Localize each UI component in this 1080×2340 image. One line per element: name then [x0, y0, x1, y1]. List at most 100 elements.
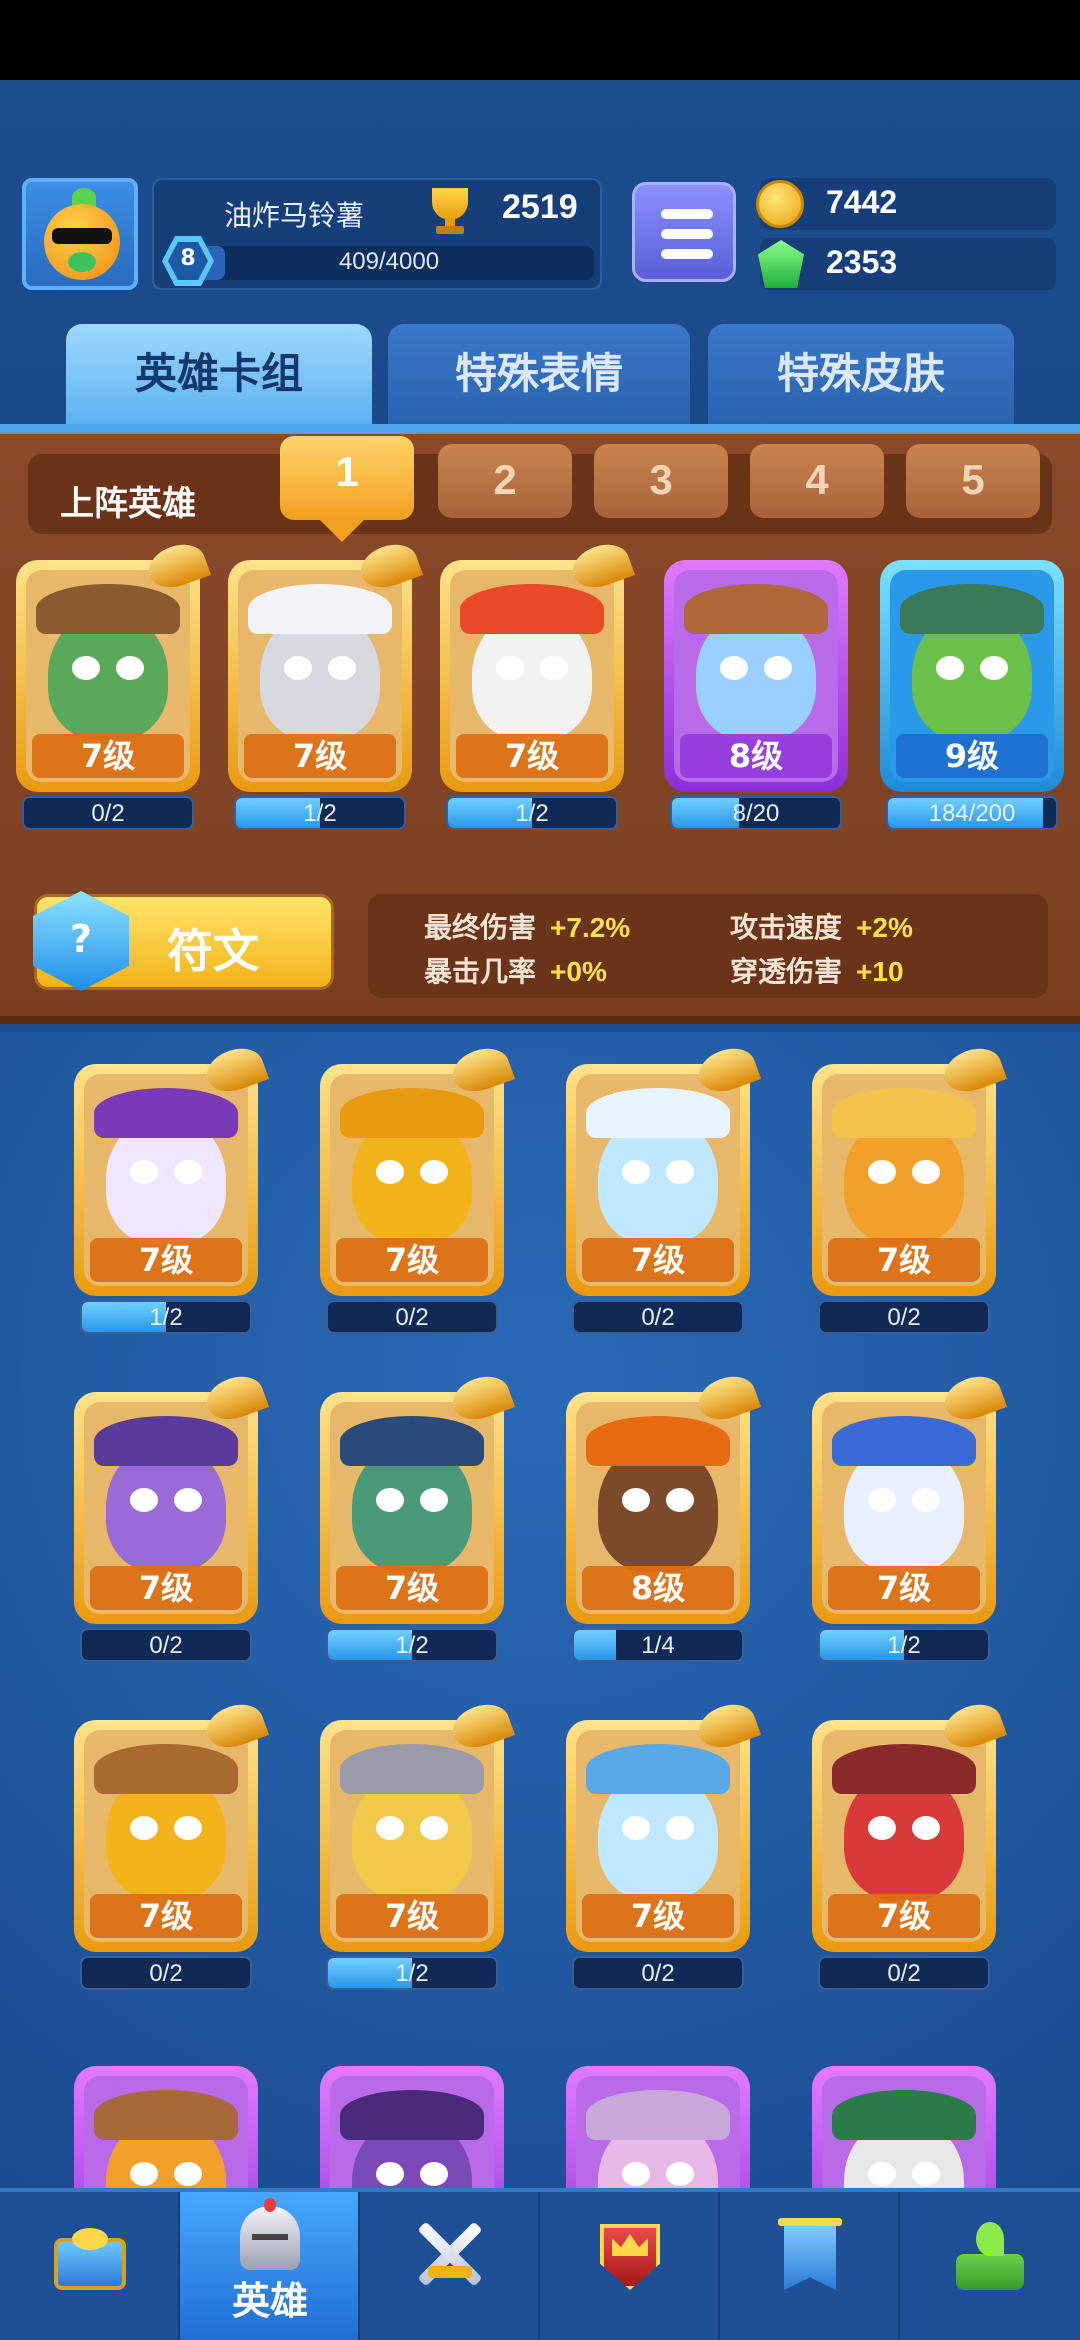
- guild-banner-icon: [770, 2214, 850, 2294]
- card-progress-text: 1/2: [395, 1960, 429, 1987]
- status-bar: [0, 0, 1080, 80]
- collection-hero-card[interactable]: 8级 1/4: [566, 1369, 762, 1662]
- nav-heroes[interactable]: 英雄: [180, 2192, 360, 2340]
- tab-special-skins[interactable]: 特殊皮肤: [708, 324, 1014, 428]
- nav-guild[interactable]: [720, 2192, 900, 2340]
- collection-hero-card[interactable]: 7级 0/2: [74, 1697, 270, 1990]
- collection-hero-card[interactable]: [566, 2066, 750, 2188]
- card-progress-bar: 1/2: [326, 1628, 498, 1662]
- card-progress-bar: 0/2: [326, 1300, 498, 1334]
- treasure-chest-icon: [50, 2214, 130, 2294]
- collection-hero-card[interactable]: [812, 2066, 996, 2188]
- lineup-hero-card[interactable]: 7级 0/2: [16, 537, 212, 830]
- player-info-panel: 油炸马铃薯 2519 409/4000: [152, 178, 602, 290]
- crown-shield-icon: [590, 2214, 670, 2294]
- card-progress-bar: 0/2: [80, 1628, 252, 1662]
- hero-level: 7级: [336, 1566, 488, 1610]
- collection-hero-card[interactable]: 7级 1/2: [74, 1041, 270, 1334]
- coin-counter[interactable]: 7442: [756, 178, 1056, 230]
- hero-level: 7级: [582, 1238, 734, 1282]
- trophy-count: 2519: [502, 188, 578, 226]
- collection-hero-card[interactable]: 7级 0/2: [812, 1041, 1008, 1334]
- rune-button[interactable]: ? 符文: [33, 891, 334, 991]
- card-progress-text: 1/4: [641, 1632, 675, 1659]
- menu-button[interactable]: [632, 182, 736, 282]
- xp-text: 409/4000: [338, 248, 440, 275]
- sprout-island-icon: [950, 2214, 1030, 2294]
- hero-level: 7级: [244, 734, 396, 778]
- card-progress-text: 1/2: [303, 800, 337, 827]
- collection-hero-card[interactable]: 7级 0/2: [566, 1697, 762, 1990]
- card-progress-bar: 1/2: [446, 796, 618, 830]
- lineup-slot-2[interactable]: 2: [438, 444, 572, 518]
- tab-special-emotes[interactable]: 特殊表情: [388, 324, 690, 428]
- hero-portrait: [330, 2076, 494, 2188]
- collection-hero-card[interactable]: 7级 0/2: [320, 1041, 516, 1334]
- player-level: 8: [180, 246, 196, 271]
- stat-final-damage: 最终伤害 +7.2%: [424, 911, 631, 944]
- collection-hero-card[interactable]: 7级 1/2: [812, 1369, 1008, 1662]
- stat-crit-rate: 暴击几率 +0%: [424, 955, 607, 988]
- collection-hero-card[interactable]: [74, 2066, 258, 2188]
- card-progress-bar: 1/2: [326, 1956, 498, 1990]
- card-progress-text: 1/2: [149, 1304, 183, 1331]
- nav-rank[interactable]: [540, 2192, 720, 2340]
- card-progress-bar: 184/200: [886, 796, 1058, 830]
- lineup-title: 上阵英雄: [60, 484, 196, 524]
- gem-counter[interactable]: 2353: [758, 238, 1056, 290]
- xp-bar: 409/4000: [184, 246, 594, 280]
- nav-garden[interactable]: [900, 2192, 1080, 2340]
- card-progress-text: 8/20: [732, 800, 780, 827]
- card-progress-bar: 0/2: [572, 1300, 744, 1334]
- collection-hero-card[interactable]: 7级 0/2: [74, 1369, 270, 1662]
- stat-pierce-damage: 穿透伤害 +10: [730, 955, 904, 988]
- sunglasses-icon: [52, 228, 112, 244]
- card-progress-bar: 1/2: [80, 1300, 252, 1334]
- collection-hero-card[interactable]: 7级 0/2: [566, 1041, 762, 1334]
- hero-level: 7级: [828, 1894, 980, 1938]
- card-progress-bar: 0/2: [80, 1956, 252, 1990]
- card-progress-text: 0/2: [641, 1304, 675, 1331]
- card-progress-bar: 0/2: [572, 1956, 744, 1990]
- card-progress-text: 0/2: [887, 1960, 921, 1987]
- avatar[interactable]: [22, 178, 138, 290]
- gem-icon: [758, 240, 804, 288]
- lineup-hero-card[interactable]: 8级 8/20: [664, 560, 848, 830]
- lineup-hero-card[interactable]: 7级 1/2: [228, 537, 424, 830]
- stat-attack-speed: 攻击速度 +2%: [730, 911, 913, 944]
- level-badge: 8: [162, 236, 214, 286]
- hero-level: 7级: [90, 1238, 242, 1282]
- hero-portrait: [822, 2076, 986, 2188]
- lineup-hero-card[interactable]: 9级 184/200: [880, 560, 1064, 830]
- tab-underline: [0, 424, 1080, 434]
- lineup-slot-1[interactable]: 1: [280, 436, 414, 520]
- collection-hero-card[interactable]: 7级 0/2: [812, 1697, 1008, 1990]
- pacifier-icon: [68, 252, 96, 272]
- card-progress-text: 0/2: [149, 1632, 183, 1659]
- card-progress-text: 0/2: [91, 800, 125, 827]
- knight-helmet-icon: [230, 2198, 310, 2278]
- lineup-slot-5[interactable]: 5: [906, 444, 1040, 518]
- card-progress-text: 0/2: [149, 1960, 183, 1987]
- card-progress-bar: 1/2: [234, 796, 406, 830]
- lineup-hero-card[interactable]: 7级 1/2: [440, 537, 636, 830]
- lineup-slot-3[interactable]: 3: [594, 444, 728, 518]
- hero-level: 7级: [90, 1894, 242, 1938]
- hero-level: 7级: [828, 1566, 980, 1610]
- nav-treasure[interactable]: [0, 2192, 180, 2340]
- hero-level: 7级: [582, 1894, 734, 1938]
- rune-gem-icon: ?: [33, 891, 129, 991]
- player-name: 油炸马铃薯: [224, 199, 365, 232]
- hero-level: 7级: [336, 1894, 488, 1938]
- player-profile[interactable]: 油炸马铃薯 2519 409/4000 8: [22, 178, 604, 290]
- tab-hero-deck[interactable]: 英雄卡组: [66, 324, 372, 428]
- card-progress-bar: 0/2: [22, 796, 194, 830]
- nav-battle[interactable]: [360, 2192, 540, 2340]
- collection-hero-card[interactable]: 7级 1/2: [320, 1697, 516, 1990]
- card-progress-bar: 0/2: [818, 1300, 990, 1334]
- collection-hero-card[interactable]: 7级 1/2: [320, 1369, 516, 1662]
- lineup-slot-4[interactable]: 4: [750, 444, 884, 518]
- collection-hero-card[interactable]: [320, 2066, 504, 2188]
- hero-collection: 7级 1/2 7级 0/2 7级 0/2 7级 0/2 7级 0/2 7级 1/2 8级 1/4 7级 1/2…: [0, 1032, 1080, 2188]
- card-progress-text: 1/2: [395, 1632, 429, 1659]
